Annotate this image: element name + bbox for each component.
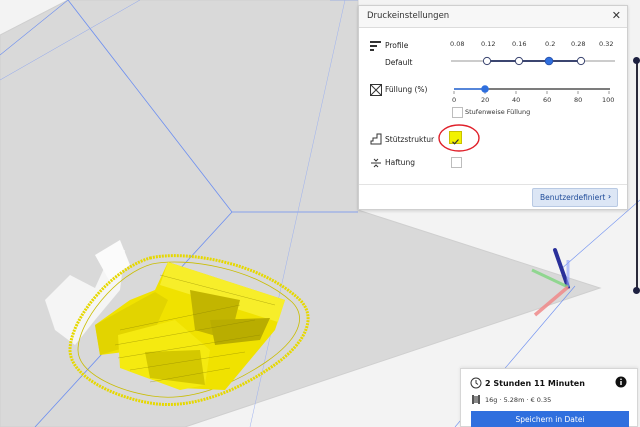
tick-label: 100 <box>602 96 615 104</box>
clock-icon <box>470 377 482 389</box>
adhesion-icon <box>371 158 381 168</box>
tick-label: 0.32 <box>599 40 614 48</box>
tick-label: 40 <box>512 96 521 104</box>
tick-label: 0.12 <box>481 40 496 48</box>
adhesion-checkbox[interactable] <box>451 157 462 168</box>
panel-divider <box>359 184 627 185</box>
profile-label: Profile <box>385 41 409 50</box>
side-rail <box>636 60 638 290</box>
panel-header: Druckeinstellungen ✕ <box>359 6 627 28</box>
chevron-right-icon: › <box>608 192 612 201</box>
support-icon <box>370 133 382 145</box>
gradual-infill-checkbox[interactable] <box>452 107 463 118</box>
profile-icon <box>370 41 381 51</box>
rail-handle-top[interactable] <box>633 57 640 64</box>
print-time: 2 Stunden 11 Minuten <box>485 379 585 388</box>
infill-slider[interactable] <box>452 82 612 96</box>
custom-settings-label: Benutzerdefiniert <box>540 193 606 202</box>
tick-label: 0 <box>452 96 457 104</box>
panel-title: Druckeinstellungen <box>367 11 450 21</box>
filament-spool-icon <box>472 395 480 404</box>
info-icon[interactable] <box>615 376 627 388</box>
tick-label: 0.08 <box>450 40 465 48</box>
close-icon[interactable]: ✕ <box>612 9 621 22</box>
profile-value[interactable]: Default <box>385 58 412 67</box>
support-checkbox[interactable] <box>449 131 462 145</box>
save-to-file-button[interactable]: Speichern in Datei <box>471 411 629 427</box>
print-job-card: 2 Stunden 11 Minuten 16g · 5.28m · € 0.3… <box>460 368 638 427</box>
tick-label: 60 <box>543 96 552 104</box>
tick-label: 0.16 <box>512 40 527 48</box>
checkmark-icon <box>452 139 459 145</box>
support-label: Stützstruktur <box>385 135 435 144</box>
tick-label: 80 <box>574 96 583 104</box>
tick-label: 0.28 <box>571 40 586 48</box>
gradual-infill-label: Stufenweise Füllung <box>465 108 531 116</box>
print-settings-panel: Druckeinstellungen ✕ Profile Default 0.0… <box>358 5 628 210</box>
infill-label: Füllung (%) <box>385 85 428 94</box>
rail-handle-bottom[interactable] <box>633 287 640 294</box>
adhesion-label: Haftung <box>385 158 415 167</box>
custom-settings-button[interactable]: Benutzerdefiniert › <box>532 188 618 207</box>
tick-label: 20 <box>481 96 490 104</box>
layer-height-slider[interactable] <box>449 55 617 67</box>
infill-icon <box>370 84 382 96</box>
print-details: 16g · 5.28m · € 0.35 <box>485 396 552 404</box>
tick-label: 0.2 <box>545 40 556 48</box>
